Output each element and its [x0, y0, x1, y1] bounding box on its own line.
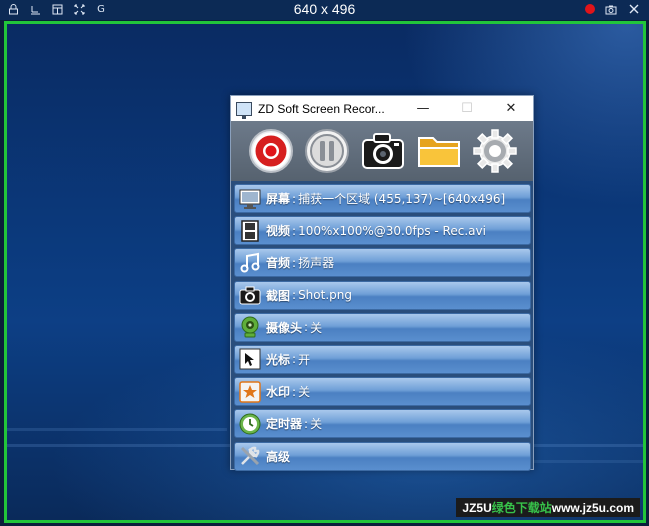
close-icon[interactable]	[627, 2, 641, 16]
camera-icon	[362, 133, 404, 169]
music-note-icon	[239, 252, 261, 274]
row-watermark[interactable]: 水印: 关	[234, 377, 531, 407]
settings-button[interactable]	[472, 128, 518, 174]
title-bar[interactable]: ZD Soft Screen Recor... — ☐ ✕	[231, 96, 533, 121]
record-button[interactable]	[248, 128, 294, 174]
row-screenshot[interactable]: 截图: Shot.png	[234, 280, 531, 310]
row-audio[interactable]: 音频: 扬声器	[234, 248, 531, 278]
row-screen[interactable]: 屏幕: 捕获一个区域 (455,137)~[640x496]	[234, 184, 531, 213]
minimize-button[interactable]: —	[401, 96, 445, 121]
maximize-button[interactable]: ☐	[445, 96, 489, 121]
window-title: ZD Soft Screen Recor...	[258, 101, 385, 116]
tools-icon	[239, 445, 261, 467]
clock-icon	[239, 413, 261, 435]
screenshot-button[interactable]	[360, 128, 406, 174]
row-video[interactable]: 视频:100%x100%@30.0fps - Rec.avi	[234, 216, 531, 246]
record-icon	[249, 129, 293, 173]
app-monitor-icon	[236, 101, 252, 119]
row-cursor[interactable]: 光标: 开	[234, 344, 531, 374]
site-watermark: JZ5U绿色下载站www.jz5u.com	[456, 498, 640, 517]
row-webcam[interactable]: 摄像头: 关	[234, 312, 531, 342]
capture-toolbar: G 640 x 496	[0, 0, 649, 20]
settings-list: 屏幕: 捕获一个区域 (455,137)~[640x496] 视频:100%x10…	[231, 181, 533, 471]
record-dot-icon[interactable]	[585, 4, 595, 14]
recorder-window: ZD Soft Screen Recor... — ☐ ✕ 屏幕: 捕获一个区…	[230, 95, 534, 471]
star-icon	[239, 380, 261, 403]
pause-icon	[305, 129, 349, 173]
row-advanced[interactable]: 高级	[234, 441, 531, 471]
capture-dimension: 640 x 496	[293, 1, 356, 17]
monitor-icon	[239, 188, 261, 210]
close-button[interactable]: ✕	[489, 96, 533, 121]
camera-icon	[239, 284, 261, 306]
cursor-icon	[239, 348, 261, 370]
folder-icon	[418, 137, 460, 167]
film-icon	[239, 219, 261, 242]
pause-button[interactable]	[304, 128, 350, 174]
camera-icon[interactable]	[604, 2, 618, 16]
gear-icon	[473, 129, 517, 173]
main-toolbar	[231, 121, 533, 181]
row-timer[interactable]: 定时器: 关	[234, 409, 531, 439]
webcam-icon	[239, 316, 261, 338]
open-folder-button[interactable]	[416, 128, 462, 174]
